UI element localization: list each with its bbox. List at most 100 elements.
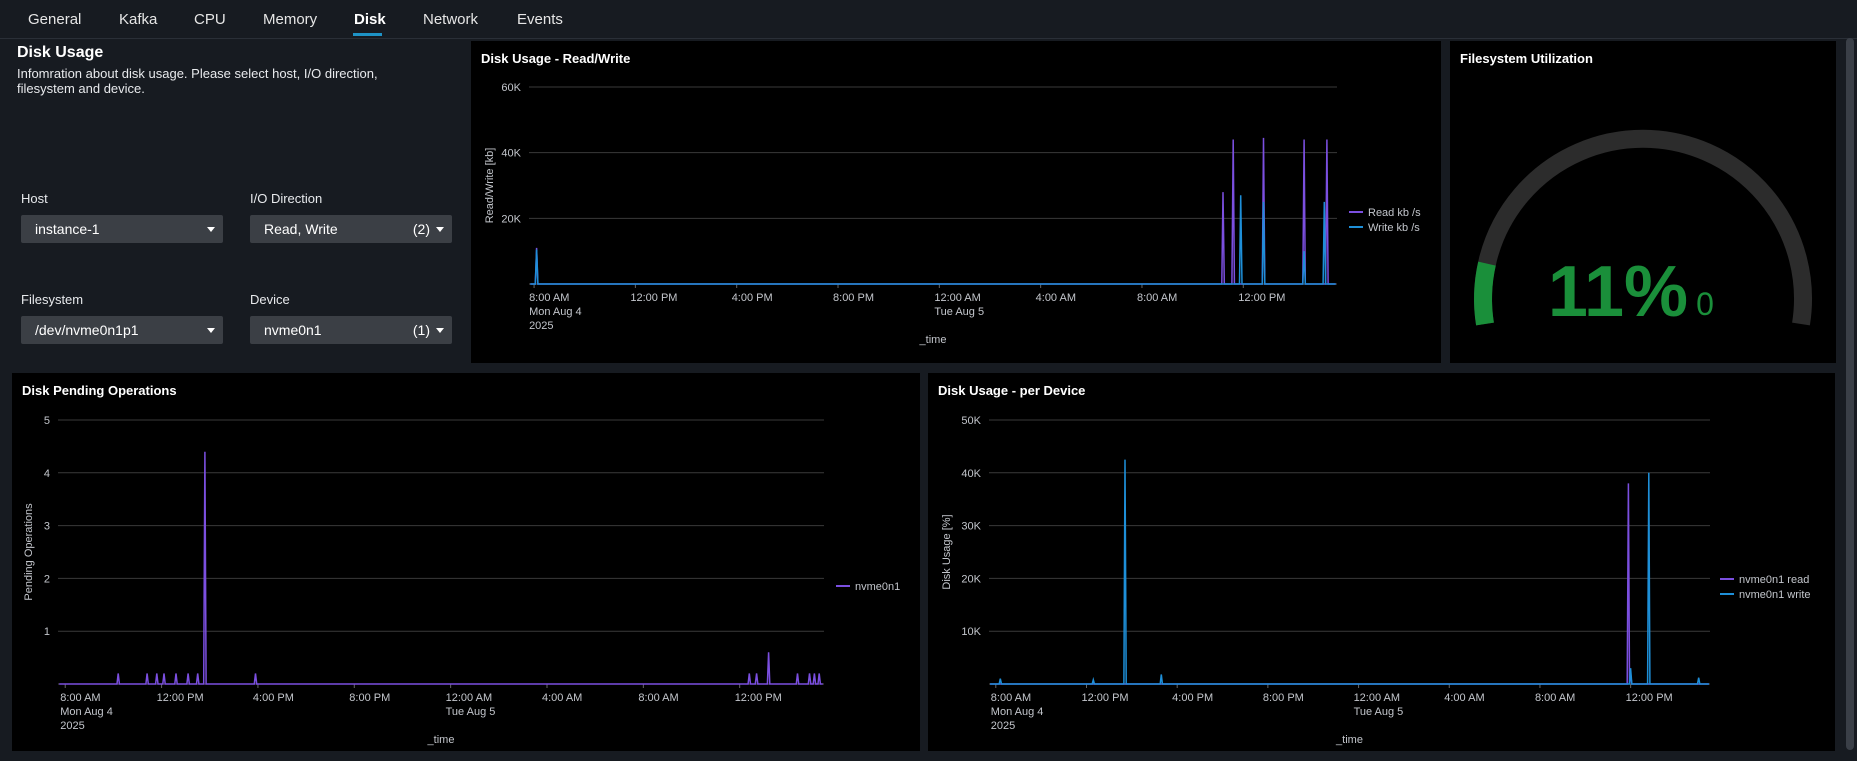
panel-disk-usage-read-write: Disk Usage - Read/Write 20K 40K 60K 8:00 AM… <box>471 41 1441 363</box>
chart-read-write: 20K 40K 60K 8:00 AM Mon Aug 4 2025 12:00 PM 4:0… <box>484 82 1421 346</box>
x-tick-label: Tue Aug 5 <box>1354 706 1404 718</box>
series-line <box>59 451 823 685</box>
device-count: (1) <box>412 322 430 338</box>
y-tick-label: 50K <box>961 415 981 427</box>
x-tick-label: 2025 <box>529 320 553 332</box>
x-tick-label: 4:00 AM <box>1444 692 1484 704</box>
io-direction-value: Read, Write <box>264 221 338 237</box>
x-tick-label: 2025 <box>991 720 1015 732</box>
io-direction-dropdown[interactable]: Read, Write (2) <box>250 215 452 243</box>
x-tick-label: Mon Aug 4 <box>529 306 582 318</box>
x-tick-label: 12:00 PM <box>630 292 677 304</box>
x-tick-label: 4:00 PM <box>253 692 294 704</box>
x-tick-label: 12:00 PM <box>1238 292 1285 304</box>
x-tick-label: 2025 <box>60 720 84 732</box>
chevron-down-icon <box>436 227 444 232</box>
y-tick-label: 20K <box>961 573 981 585</box>
tab-bar: General Kafka CPU Memory Disk Network Ev… <box>0 0 1857 39</box>
x-tick-label: 12:00 PM <box>1626 692 1673 704</box>
y-axis-title: Read/Write [kb] <box>484 148 496 224</box>
tab-cpu[interactable]: CPU <box>194 11 226 28</box>
io-direction-label: I/O Direction <box>250 191 323 206</box>
x-tick-label: 8:00 PM <box>833 292 874 304</box>
x-tick-label: Tue Aug 5 <box>446 706 496 718</box>
chevron-down-icon <box>436 328 444 333</box>
filesystem-label: Filesystem <box>21 292 84 307</box>
series-line <box>530 137 1336 285</box>
tab-disk[interactable]: Disk <box>354 11 386 28</box>
series-line <box>530 195 1336 285</box>
chevron-down-icon <box>207 328 215 333</box>
tab-network[interactable]: Network <box>423 11 478 28</box>
gauge-secondary-value: 0 <box>1696 286 1714 322</box>
x-tick-label: 12:00 AM <box>934 292 980 304</box>
x-tick-label: Tue Aug 5 <box>934 306 984 318</box>
host-value: instance-1 <box>35 221 100 237</box>
utilization-gauge: 11% 0 <box>1474 129 1812 332</box>
legend-label: Read kb /s <box>1368 207 1421 219</box>
x-tick-label: 8:00 AM <box>991 692 1031 704</box>
x-tick-label: Mon Aug 4 <box>60 706 113 718</box>
x-tick-label: 8:00 AM <box>60 692 100 704</box>
x-axis-title: _time <box>427 734 455 746</box>
y-tick-label: 2 <box>44 573 50 585</box>
legend-label: nvme0n1 write <box>1739 589 1811 601</box>
y-axis-title: Pending Operations <box>23 503 35 601</box>
y-tick-label: 3 <box>44 521 50 533</box>
legend-label: nvme0n1 read <box>1739 574 1809 586</box>
x-tick-label: 12:00 AM <box>446 692 492 704</box>
x-tick-label: 4:00 PM <box>1172 692 1213 704</box>
chevron-down-icon <box>207 227 215 232</box>
section-title: Disk Usage <box>17 44 104 61</box>
tab-events[interactable]: Events <box>517 11 563 28</box>
series-line <box>990 483 1709 685</box>
x-axis-title: _time <box>1335 734 1363 746</box>
legend-label: nvme0n1 <box>855 581 900 593</box>
y-axis-title: Disk Usage [%] <box>941 514 953 589</box>
y-tick-label: 20K <box>501 213 521 225</box>
x-tick-label: 8:00 AM <box>1535 692 1575 704</box>
x-tick-label: 4:00 PM <box>732 292 773 304</box>
y-tick-label: 60K <box>501 82 521 94</box>
filesystem-dropdown[interactable]: /dev/nvme0n1p1 <box>21 316 223 344</box>
host-dropdown[interactable]: instance-1 <box>21 215 223 243</box>
io-direction-count: (2) <box>412 221 430 237</box>
x-tick-label: 8:00 AM <box>638 692 678 704</box>
y-tick-label: 5 <box>44 415 50 427</box>
x-tick-label: 8:00 AM <box>1137 292 1177 304</box>
tab-kafka[interactable]: Kafka <box>119 11 157 28</box>
x-tick-label: 12:00 AM <box>1354 692 1400 704</box>
chart-per-device: 10K 20K 30K 40K 50K 8:00 AM Mon Aug 4 2025 12:00… <box>941 415 1811 746</box>
y-tick-label: 40K <box>501 148 521 160</box>
y-tick-label: 30K <box>961 521 981 533</box>
y-tick-label: 10K <box>961 626 981 638</box>
x-tick-label: 4:00 AM <box>542 692 582 704</box>
active-tab-indicator <box>353 33 382 36</box>
filesystem-value: /dev/nvme0n1p1 <box>35 322 139 338</box>
x-tick-label: 8:00 PM <box>349 692 390 704</box>
x-tick-label: 12:00 PM <box>735 692 782 704</box>
vertical-scrollbar[interactable] <box>1846 38 1854 750</box>
gauge-value: 11% <box>1548 252 1688 332</box>
y-tick-label: 40K <box>961 468 981 480</box>
x-tick-label: 8:00 PM <box>1263 692 1304 704</box>
tab-memory[interactable]: Memory <box>263 11 317 28</box>
section-description: Infomration about disk usage. Please sel… <box>17 66 378 96</box>
x-tick-label: 12:00 PM <box>1081 692 1128 704</box>
host-label: Host <box>21 191 48 206</box>
y-tick-label: 4 <box>44 468 50 480</box>
x-tick-label: 4:00 AM <box>1036 292 1076 304</box>
gauge-fill <box>1474 261 1496 326</box>
device-dropdown[interactable]: nvme0n1 (1) <box>250 316 452 344</box>
panel-disk-usage-per-device: Disk Usage - per Device 10K 20K 30K 40K 50K 8… <box>928 373 1835 751</box>
y-tick-label: 1 <box>44 626 50 638</box>
x-axis-title: _time <box>919 334 947 346</box>
panel-disk-pending-operations: Disk Pending Operations 1 2 3 4 5 8:00 AM Mon … <box>12 373 920 751</box>
series-line <box>990 459 1709 685</box>
tab-general[interactable]: General <box>28 11 81 28</box>
chart-pending-operations: 1 2 3 4 5 8:00 AM Mon Aug 4 2025 12:00 PM 4:00 PM… <box>23 415 900 746</box>
x-tick-label: 8:00 AM <box>529 292 569 304</box>
panel-filesystem-utilization: Filesystem Utilization 11% 0 <box>1450 41 1836 363</box>
x-tick-label: 12:00 PM <box>157 692 204 704</box>
legend-label: Write kb /s <box>1368 222 1420 234</box>
